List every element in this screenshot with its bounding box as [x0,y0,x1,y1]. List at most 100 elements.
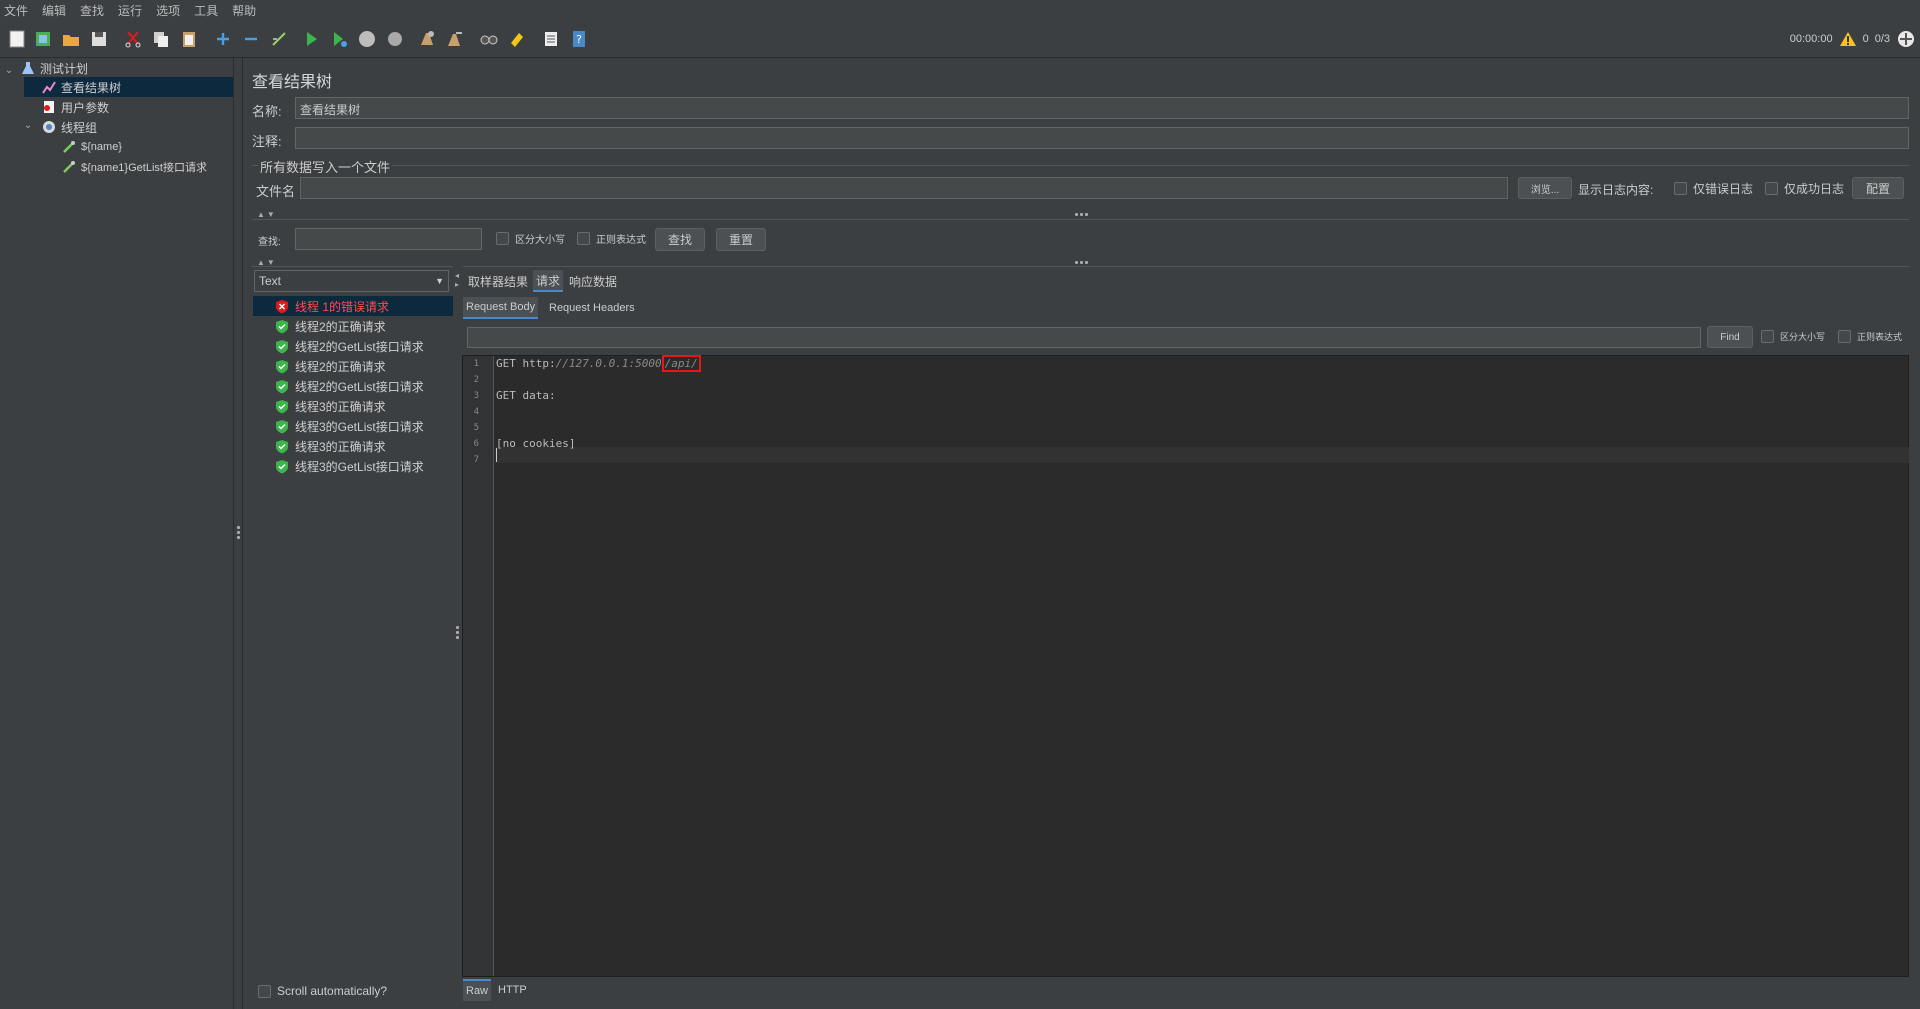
success-only-checkbox[interactable]: 仅成功日志 [1765,180,1844,197]
search-input[interactable] [295,228,482,250]
menu-tools[interactable]: 工具 [194,2,218,19]
tree-item-view-results-tree[interactable]: 查看结果树 [24,77,233,97]
search-label: 查找: [258,237,281,248]
collapse-icon[interactable] [240,28,262,50]
reset-button[interactable]: 重置 [716,228,766,251]
gear-icon [41,119,57,135]
tab-raw[interactable]: Raw [463,979,492,1001]
collapse-arrows-1[interactable]: ▲▼ [257,210,277,219]
menu-file[interactable]: 文件 [4,2,28,19]
case-sensitive-checkbox[interactable]: 区分大小写 [496,231,565,246]
filename-label: 文件名 [256,184,296,199]
stop-icon[interactable] [356,28,378,50]
tab-sampler-result[interactable]: 取样器结果 [465,270,531,292]
result-item[interactable]: 线程2的GetList接口请求 [253,336,453,356]
cut-icon[interactable] [122,28,144,50]
splitter-arrows[interactable]: ◂ ▸ [455,271,459,289]
errors-only-checkbox[interactable]: 仅错误日志 [1674,180,1753,197]
tree-item-label: ${name} [81,141,122,153]
menu-help[interactable]: 帮助 [232,2,256,19]
menu-search[interactable]: 查找 [80,2,104,19]
result-item[interactable]: 线程3的正确请求 [253,436,453,456]
warning-icon[interactable] [1839,31,1857,47]
file-group-border [252,165,1909,166]
reset-search-icon[interactable] [506,28,528,50]
name-field[interactable]: 查看结果树 [295,97,1909,119]
search-icon[interactable] [478,28,500,50]
divider-2-handle[interactable] [1075,261,1088,264]
tree-item-name-sampler[interactable]: ${name} [61,137,122,157]
result-item[interactable]: 线程2的GetList接口请求 [253,376,453,396]
toggle-icon[interactable] [268,28,290,50]
result-item-error[interactable]: 线程 1的错误请求 [253,296,453,316]
body-regex-label: 正则表达式 [1857,332,1903,342]
result-label: 线程3的正确请求 [295,439,386,454]
result-label: 线程 1的错误请求 [295,299,390,314]
line-number: 2 [473,375,479,385]
result-item[interactable]: 线程3的GetList接口请求 [253,456,453,476]
elapsed-timer: 00:00:00 [1789,33,1833,45]
errors-only-label: 仅错误日志 [1693,182,1754,196]
divider-1-handle[interactable] [1075,213,1088,216]
function-helper-icon[interactable] [540,28,562,50]
tree-toggle-thread-group[interactable]: ⌄ [22,119,34,131]
paste-icon[interactable] [178,28,200,50]
tree-toggle-plan[interactable]: ⌄ [3,64,15,76]
body-regex-checkbox[interactable]: 正则表达式 [1838,330,1902,343]
menu-bar: 文件 编辑 查找 运行 选项 工具 帮助 [0,0,1920,20]
code-method: GET [496,357,523,370]
tab-http[interactable]: HTTP [495,979,530,1001]
panel-title: 查看结果树 [252,74,333,91]
browse-button[interactable]: 浏览... [1518,177,1572,199]
configure-button[interactable]: 配置 [1852,177,1904,199]
comment-field[interactable] [295,127,1909,149]
save-icon[interactable] [88,28,110,50]
start-icon[interactable] [300,28,322,50]
flask-icon [20,60,36,76]
scroll-auto-checkbox[interactable]: Scroll automatically? [258,984,387,998]
clear-icon[interactable] [416,28,438,50]
subtab-request-body[interactable]: Request Body [463,297,539,319]
open-icon[interactable] [60,28,82,50]
subtab-request-headers[interactable]: Request Headers [546,297,638,319]
result-item[interactable]: 线程3的正确请求 [253,396,453,416]
active-threads: 0/3 [1874,33,1890,45]
tree-item-user-params[interactable]: 用户参数 [41,97,109,117]
regex-checkbox[interactable]: 正则表达式 [577,231,646,246]
start-no-pause-icon[interactable] [328,28,350,50]
tab-request[interactable]: 请求 [533,270,564,292]
find-button[interactable]: 查找 [655,228,705,251]
body-find-input[interactable] [467,327,1701,348]
templates-icon[interactable] [32,28,54,50]
new-icon[interactable] [6,28,28,50]
request-body-editor[interactable]: 1 2 3 4 5 6 7 GET http://127.0.0.1:5000/… [462,355,1909,977]
success-only-label: 仅成功日志 [1784,182,1845,196]
result-item[interactable]: 线程2的正确请求 [253,356,453,376]
shutdown-icon[interactable] [384,28,406,50]
remote-start-icon[interactable] [1896,29,1916,49]
result-item[interactable]: 线程2的正确请求 [253,316,453,336]
renderer-select[interactable]: Text ▼ [254,270,449,292]
tree-item-thread-group[interactable]: 线程组 [41,117,97,137]
clear-all-icon[interactable] [444,28,466,50]
copy-icon[interactable] [150,28,172,50]
help-icon[interactable]: ? [568,28,590,50]
menu-edit[interactable]: 编辑 [42,2,66,19]
expand-icon[interactable] [212,28,234,50]
tree-item-test-plan[interactable]: 测试计划 [20,58,88,78]
tree-item-getlist-sampler[interactable]: ${name1}GetList接口请求 [61,157,207,177]
filename-field[interactable] [300,177,1508,199]
body-case-checkbox[interactable]: 区分大小写 [1761,330,1825,343]
tree-splitter[interactable] [233,58,243,1009]
success-shield-icon [276,399,288,413]
warning-count: 0 [1862,33,1869,45]
result-label: 线程2的正确请求 [295,359,386,374]
code-scheme: http: [522,357,556,370]
line-number: 5 [473,423,479,433]
menu-run[interactable]: 运行 [118,2,142,19]
tab-response-data[interactable]: 响应数据 [566,270,620,292]
tree-item-label: 用户参数 [61,100,110,115]
result-item[interactable]: 线程3的GetList接口请求 [253,416,453,436]
body-find-button[interactable]: Find [1707,326,1753,348]
menu-options[interactable]: 选项 [156,2,180,19]
